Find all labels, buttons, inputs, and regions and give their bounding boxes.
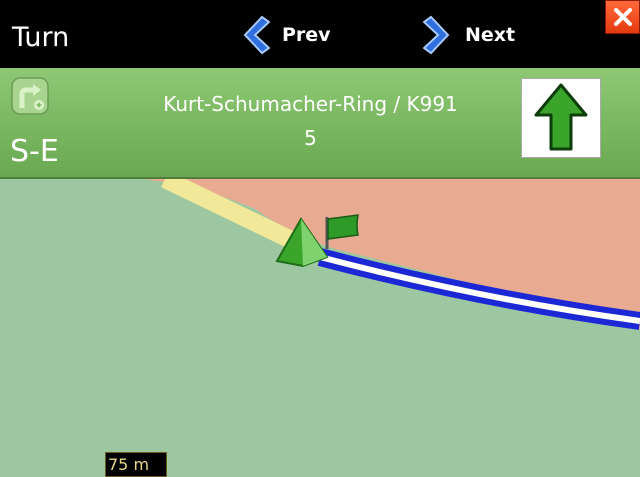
navigation-screen: Turn Prev Next S-E Kurt-Schumacher-Ring … [0,0,640,477]
next-label: Next [465,24,516,46]
prev-label: Prev [282,24,331,46]
heading-direction: S-E [10,134,59,169]
arrow-up-icon [534,83,588,151]
close-button[interactable] [605,0,640,34]
close-icon [613,8,632,26]
map-scale: 75 m [105,452,167,477]
prev-button[interactable]: Prev [240,14,331,56]
chevron-right-icon [423,15,450,55]
title-bar: Turn Prev Next [0,0,640,68]
direction-arrow-box [521,78,601,158]
next-button[interactable]: Next [423,14,515,56]
instruction-panel: S-E Kurt-Schumacher-Ring / K991 5 [0,68,640,179]
distance-value: 5 [304,126,317,150]
screen-title: Turn [12,22,70,53]
street-name: Kurt-Schumacher-Ring / K991 [163,92,458,116]
map-view[interactable] [0,179,640,477]
chevron-left-icon [243,15,270,55]
turn-right-icon[interactable] [10,76,50,116]
